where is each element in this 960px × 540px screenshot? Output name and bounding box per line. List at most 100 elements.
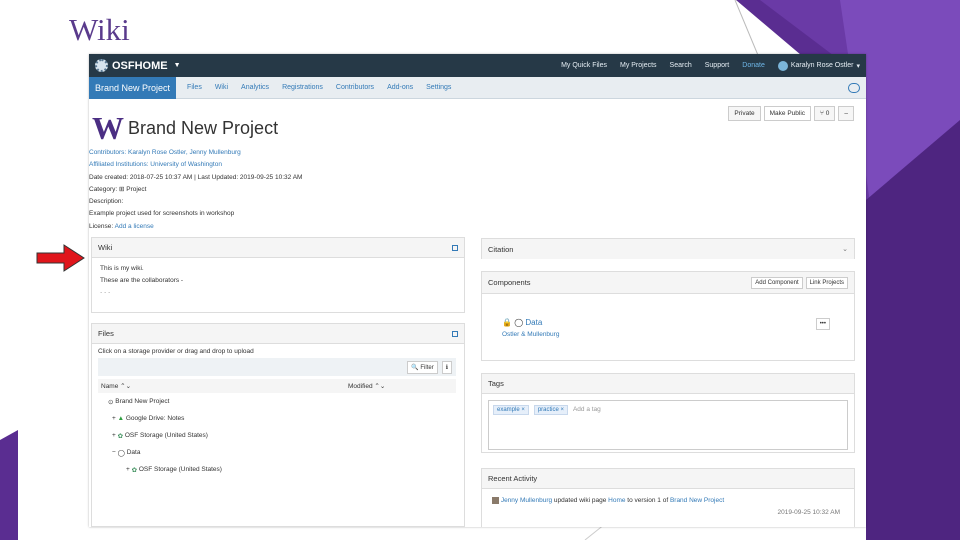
tab-addons[interactable]: Add-ons	[387, 84, 413, 91]
filter-button[interactable]: 🔍 Filter	[407, 360, 438, 374]
top-navbar: OSFHOME ▼ My Quick Files My Projects Sea…	[89, 54, 866, 77]
contributors-list[interactable]: Karalyn Rose Ostler, Jenny Mullenburg	[128, 149, 241, 156]
page-title: Brand New Project	[128, 117, 279, 138]
tree-label: Google Drive: Notes	[125, 415, 185, 422]
description[interactable]: Example project used for screenshots in …	[89, 208, 302, 220]
tree-row[interactable]: + ▲ Google Drive: Notes	[98, 410, 456, 427]
link-projects-button[interactable]: Link Projects	[805, 276, 848, 289]
institution-logo: W	[92, 110, 124, 146]
fork-button[interactable]: ⑂ 0	[814, 106, 836, 121]
dates: Date created: 2018-07-25 10:37 AM | Last…	[89, 173, 303, 181]
upload-hint: Click on a storage provider or drag and …	[98, 348, 254, 355]
project-icon: ⊙	[108, 398, 114, 406]
activity-time: 2019-09-25 10:32 AM	[777, 509, 840, 517]
osf-home-menu[interactable]: OSFHOME ▼	[95, 59, 181, 72]
tab-analytics[interactable]: Analytics	[241, 84, 269, 91]
user-name: Karalyn Rose Ostler	[790, 62, 854, 69]
project-actions: Private Make Public ⑂ 0 –	[728, 106, 854, 121]
col-name-label: Name	[101, 383, 119, 390]
activity-text-2: to version 1 of	[625, 497, 670, 505]
tab-wiki[interactable]: Wiki	[215, 84, 228, 91]
tree-label: OSF Storage (United States)	[138, 466, 222, 473]
google-drive-icon: ▲	[117, 415, 125, 422]
col-modified-label: Modified	[348, 383, 373, 390]
caret-down-icon: ▼	[173, 62, 181, 69]
tag-chip[interactable]: example ×	[493, 405, 529, 415]
tree-label: Data	[126, 449, 141, 456]
project-subnav: Brand New Project Files Wiki Analytics R…	[89, 76, 866, 99]
add-tag-placeholder[interactable]: Add a tag	[573, 406, 601, 413]
license-link[interactable]: Add a license	[115, 223, 154, 230]
citation-panel[interactable]: Citation ⌄	[481, 238, 855, 259]
privacy-badge: Private	[728, 106, 761, 121]
col-modified[interactable]: Modified ⌃⌄	[348, 382, 385, 390]
component-link[interactable]: Data	[525, 318, 542, 327]
nav-my-quick-files[interactable]: My Quick Files	[561, 62, 607, 69]
tab-registrations[interactable]: Registrations	[282, 84, 323, 91]
add-component-button[interactable]: Add Component	[751, 276, 803, 289]
nav-search[interactable]: Search	[670, 62, 692, 69]
description-label: Description:	[89, 198, 124, 206]
activity-project[interactable]: Brand New Project	[670, 497, 724, 504]
files-toolbar: 🔍 Filter ℹ	[98, 358, 456, 376]
external-link-icon[interactable]	[452, 330, 458, 337]
tree-row[interactable]: + ✿ OSF Storage (United States)	[98, 461, 456, 478]
collapse-icon[interactable]: −	[112, 449, 116, 456]
expand-icon[interactable]: +	[126, 466, 130, 473]
component-authors[interactable]: Ostler & Mullenburg	[502, 331, 854, 338]
component-menu-button[interactable]: •••	[815, 318, 830, 330]
filter-label: Filter	[420, 364, 434, 371]
wiki-line: These are the collaborators -	[100, 277, 184, 284]
component-icon: ◯	[117, 449, 125, 457]
project-meta: Contributors: Karalyn Rose Ostler, Jenny…	[89, 147, 302, 233]
expand-icon[interactable]: +	[112, 415, 116, 422]
tree-row[interactable]: − ◯ Data	[98, 444, 456, 461]
more-menu-button[interactable]: –	[838, 106, 854, 121]
citation-heading: Citation	[488, 244, 514, 254]
files-table-header: Name ⌃⌄ Modified ⌃⌄	[98, 379, 456, 393]
wiki-line: This is my wiki.	[100, 265, 144, 272]
tab-settings[interactable]: Settings	[426, 84, 451, 91]
nav-donate[interactable]: Donate	[742, 62, 765, 69]
user-menu[interactable]: Karalyn Rose Ostler ▾	[777, 60, 860, 71]
activity-heading: Recent Activity	[488, 474, 538, 483]
info-button[interactable]: ℹ	[441, 360, 452, 374]
search-icon: 🔍	[411, 364, 421, 371]
component-icon: ◯	[514, 318, 524, 327]
osf-storage-icon: ✿	[131, 466, 138, 474]
osf-screenshot: OSFHOME ▼ My Quick Files My Projects Sea…	[89, 54, 866, 527]
tab-files[interactable]: Files	[187, 84, 202, 91]
tree-label: OSF Storage (United States)	[124, 432, 208, 439]
osf-logo-icon	[95, 59, 108, 72]
tag-chip[interactable]: practice ×	[533, 405, 568, 415]
expand-icon[interactable]: +	[112, 432, 116, 439]
comments-icon[interactable]	[848, 82, 860, 93]
tags-panel: Tags example × practice × Add a tag	[481, 373, 855, 453]
affiliated-institutions[interactable]: Affiliated Institutions: University of W…	[89, 159, 302, 171]
tree-label: Brand New Project	[115, 398, 170, 405]
tags-input[interactable]: example × practice × Add a tag	[488, 400, 848, 450]
make-public-button[interactable]: Make Public	[763, 106, 812, 121]
license-label: License:	[89, 222, 114, 230]
tree-row[interactable]: + ✿ OSF Storage (United States)	[98, 427, 456, 444]
nav-my-projects[interactable]: My Projects	[620, 62, 657, 69]
lock-icon: 🔒	[502, 318, 512, 327]
tab-contributors[interactable]: Contributors	[336, 84, 374, 91]
activity-page[interactable]: Home	[608, 497, 625, 504]
col-name[interactable]: Name ⌃⌄	[98, 382, 348, 390]
presentation-slide: Wiki OSFHOME ▼ My Quick Files My Project…	[0, 0, 960, 540]
activity-user[interactable]: Jenny Mullenburg	[501, 497, 552, 504]
wiki-line: · · ·	[100, 289, 111, 296]
activity-text: updated wiki page	[552, 497, 609, 505]
wiki-panel: Wiki This is my wiki. These are the coll…	[91, 237, 465, 313]
external-link-icon[interactable]	[452, 244, 458, 251]
avatar	[777, 60, 788, 71]
nav-support[interactable]: Support	[705, 62, 730, 69]
project-tab[interactable]: Brand New Project	[89, 76, 177, 99]
project-header: W Brand New Project	[92, 112, 278, 144]
files-panel: Files Click on a storage provider or dra…	[91, 323, 465, 527]
tree-row[interactable]: ⊙ Brand New Project	[98, 393, 456, 410]
tags-heading: Tags	[488, 379, 504, 388]
category: Category: ⊞ Project	[89, 185, 147, 193]
contributors-label[interactable]: Contributors:	[89, 149, 126, 156]
